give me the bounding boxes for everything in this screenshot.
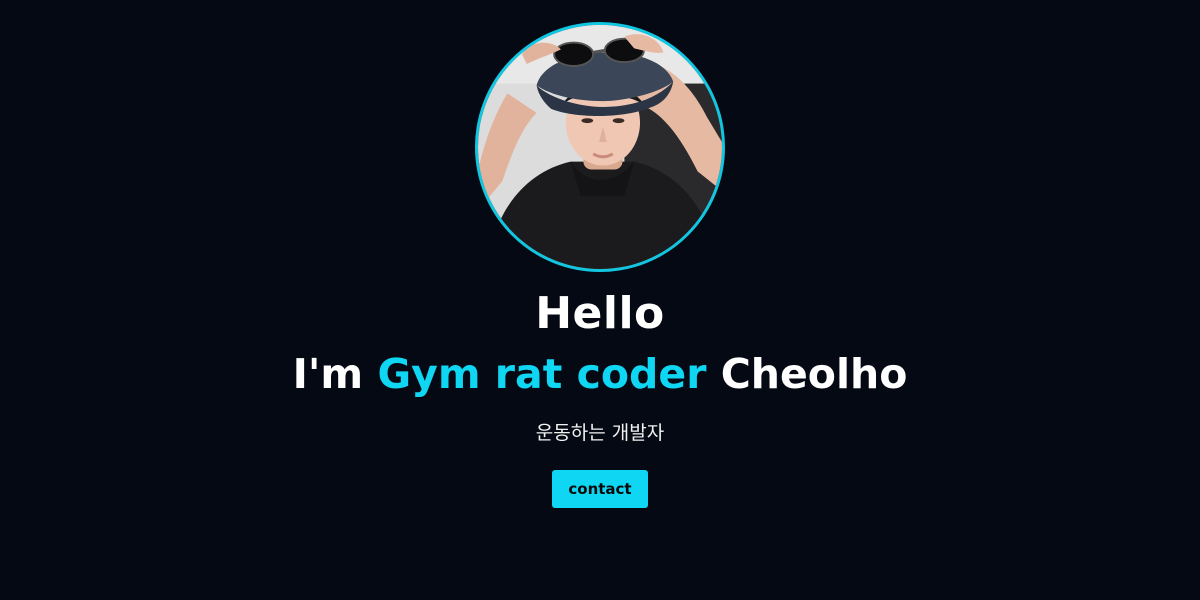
intro-prefix: I'm xyxy=(292,350,378,398)
intro-heading: I'm Gym rat coder Cheolho xyxy=(293,348,908,400)
hero-section: Hello I'm Gym rat coder Cheolho 운동하는 개발자… xyxy=(0,0,1200,600)
greeting-heading: Hello xyxy=(535,288,665,339)
profile-photo-icon xyxy=(478,25,722,269)
profile-avatar xyxy=(475,22,725,272)
intro-suffix: Cheolho xyxy=(706,350,908,398)
intro-highlight: Gym rat coder xyxy=(377,350,707,398)
subtitle: 운동하는 개발자 xyxy=(535,422,665,444)
contact-button[interactable]: contact xyxy=(552,470,648,508)
